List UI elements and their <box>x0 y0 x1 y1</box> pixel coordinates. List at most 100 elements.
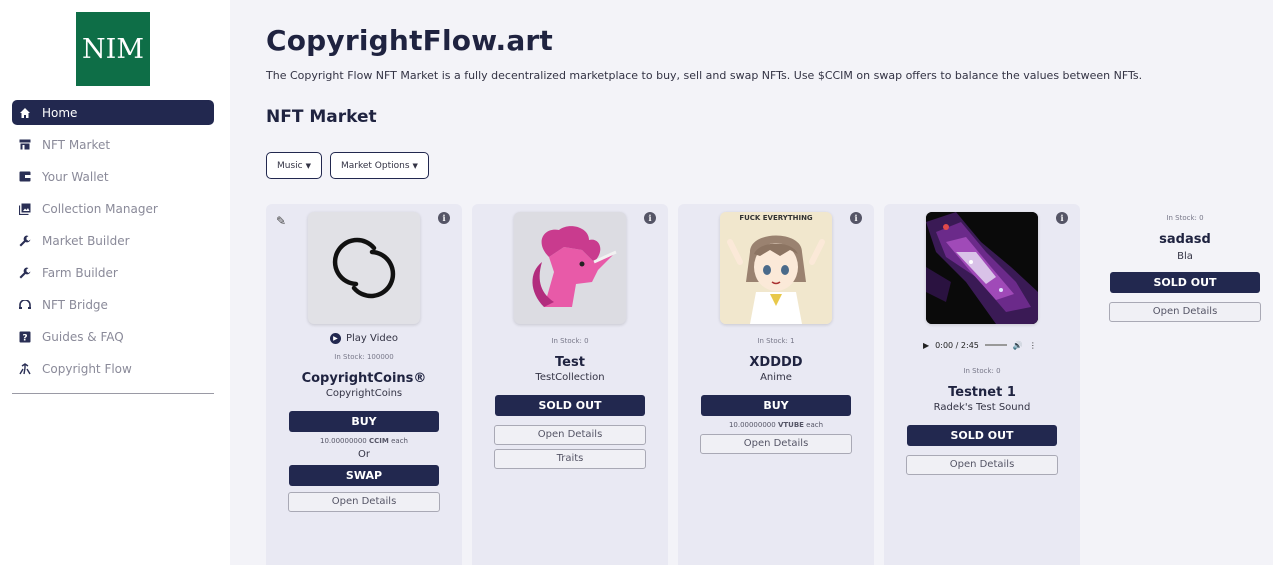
market-options-dropdown[interactable]: Market Options ▼ <box>330 152 429 179</box>
more-options-icon[interactable]: ⋮ <box>1029 341 1037 350</box>
sidebar-item-market-builder[interactable]: Market Builder <box>12 228 214 253</box>
info-icon[interactable]: i <box>1056 212 1068 224</box>
svg-text:?: ? <box>22 333 27 343</box>
audio-time: 0:00 / 2:45 <box>935 340 979 350</box>
nft-card: i ▶ 0:00 / 2:45 🔊 ⋮ In Stock: 0 Testnet … <box>884 204 1080 565</box>
stock-count: In Stock: 100000 <box>334 353 394 361</box>
category-dropdown[interactable]: Music ▼ <box>266 152 322 179</box>
page-subtitle: The Copyright Flow NFT Market is a fully… <box>266 69 1143 82</box>
buy-button[interactable]: BUY <box>701 395 851 416</box>
info-icon[interactable]: i <box>644 212 656 224</box>
stock-count: In Stock: 1 <box>757 337 795 345</box>
sidebar-item-label: Guides & FAQ <box>42 329 124 344</box>
open-details-button[interactable]: Open Details <box>288 492 440 512</box>
wallet-icon <box>18 170 32 184</box>
nft-name: XDDDD <box>749 355 803 370</box>
unicorn-image-icon <box>532 226 617 307</box>
play-icon[interactable]: ▶ <box>923 341 929 350</box>
bridge-icon <box>18 298 32 312</box>
abstract-art-image-icon <box>926 212 1038 324</box>
flow-icon <box>18 362 32 376</box>
sidebar: NIM Home NFT Market Your Wallet Collecti… <box>0 0 230 565</box>
sidebar-item-farm-builder[interactable]: Farm Builder <box>12 260 214 285</box>
sidebar-item-nft-market[interactable]: NFT Market <box>12 132 214 157</box>
sidebar-item-label: Farm Builder <box>42 265 118 280</box>
store-icon <box>18 138 32 152</box>
price-suffix: each <box>806 421 824 429</box>
nft-thumbnail[interactable] <box>514 212 626 324</box>
edit-pencil-icon[interactable]: ✎ <box>276 214 286 228</box>
caret-down-icon: ▼ <box>305 161 311 170</box>
stock-count: In Stock: 0 <box>551 337 589 345</box>
wrench-icon <box>18 234 32 248</box>
app: NIM Home NFT Market Your Wallet Collecti… <box>0 0 1273 565</box>
sidebar-item-home[interactable]: Home <box>12 100 214 125</box>
category-dropdown-label: Music <box>277 160 303 171</box>
play-video-label: Play Video <box>345 333 399 344</box>
price-label: 10.00000000 CCIM each <box>266 437 462 445</box>
price-currency: CCIM <box>369 437 389 445</box>
question-icon: ? <box>18 330 32 344</box>
nft-name: CopyrightCoins® <box>301 371 427 386</box>
page-title: CopyrightFlow.art <box>266 24 554 57</box>
info-icon[interactable]: i <box>850 212 862 224</box>
price-suffix: each <box>391 437 408 445</box>
price-amount: 10.00000000 <box>728 421 776 429</box>
section-title: NFT Market <box>266 107 377 127</box>
wrench-icon <box>18 266 32 280</box>
buy-button[interactable]: BUY <box>289 411 439 432</box>
sidebar-item-label: NFT Market <box>42 137 111 152</box>
sidebar-item-guides-faq[interactable]: ? Guides & FAQ <box>12 324 214 349</box>
nft-thumbnail[interactable]: FUCK EVERYTHING <box>720 212 832 324</box>
nft-name: Testnet 1 <box>948 385 1016 400</box>
traits-button[interactable]: Traits <box>494 449 646 469</box>
nft-thumbnail[interactable] <box>926 212 1038 324</box>
nft-thumbnail[interactable] <box>308 212 420 324</box>
home-icon <box>18 106 32 120</box>
anime-girl-image-icon: FUCK EVERYTHING <box>720 212 832 324</box>
stock-count: In Stock: 0 <box>1166 214 1204 222</box>
nft-name: Test <box>555 355 585 370</box>
logo-text: NIM <box>82 33 144 65</box>
sold-out-button[interactable]: SOLD OUT <box>907 425 1057 446</box>
sidebar-item-label: Home <box>42 105 78 120</box>
swap-button[interactable]: SWAP <box>289 465 439 486</box>
sold-out-button[interactable]: SOLD OUT <box>1110 272 1260 293</box>
caret-down-icon: ▼ <box>412 161 418 170</box>
nft-card-list: ✎ i ▶ Play Video In Stock: 100000 Copyri… <box>266 204 1273 565</box>
play-icon: ▶ <box>329 333 341 344</box>
nft-card: In Stock: 0 sadasd Bla SOLD OUT Open Det… <box>1090 204 1273 565</box>
volume-icon[interactable]: 🔊 <box>1013 341 1023 350</box>
sidebar-item-label: Collection Manager <box>42 201 158 216</box>
sidebar-item-label: Your Wallet <box>42 169 109 184</box>
sidebar-item-nft-bridge[interactable]: NFT Bridge <box>12 292 214 317</box>
nft-collection: Anime <box>760 372 792 383</box>
filter-bar: Music ▼ Market Options ▼ <box>266 152 1273 179</box>
nft-collection: Bla <box>1177 251 1193 262</box>
sold-out-button[interactable]: SOLD OUT <box>495 395 645 416</box>
sidebar-item-copyright-flow[interactable]: Copyright Flow <box>12 356 214 381</box>
info-icon[interactable]: i <box>438 212 450 224</box>
open-details-button[interactable]: Open Details <box>700 434 852 454</box>
open-details-button[interactable]: Open Details <box>906 455 1058 475</box>
open-details-button[interactable]: Open Details <box>494 425 646 445</box>
nft-collection: CopyrightCoins <box>325 388 403 399</box>
sidebar-divider <box>12 393 214 394</box>
audio-player[interactable]: ▶ 0:00 / 2:45 🔊 ⋮ <box>917 336 1047 354</box>
nft-card: ✎ i ▶ Play Video In Stock: 100000 Copyri… <box>266 204 462 565</box>
audio-progress-bar[interactable] <box>984 344 1007 346</box>
nft-collection: Radek's Test Sound <box>933 402 1031 413</box>
collection-icon <box>18 202 32 216</box>
nim-logo[interactable]: NIM <box>76 12 150 86</box>
play-video-button[interactable]: ▶ Play Video <box>266 333 462 344</box>
nft-name: sadasd <box>1159 232 1211 247</box>
sidebar-item-label: NFT Bridge <box>42 297 108 312</box>
nft-card: i In Stock: 0 Test TestCollection SOLD O… <box>472 204 668 565</box>
nft-collection: TestCollection <box>535 372 605 383</box>
sidebar-item-your-wallet[interactable]: Your Wallet <box>12 164 214 189</box>
or-separator: Or <box>358 449 370 460</box>
open-details-button[interactable]: Open Details <box>1109 302 1261 322</box>
sidebar-nav: Home NFT Market Your Wallet Collection M… <box>0 100 230 381</box>
copyright-coin-logo-icon <box>332 237 396 299</box>
sidebar-item-collection-manager[interactable]: Collection Manager <box>12 196 214 221</box>
